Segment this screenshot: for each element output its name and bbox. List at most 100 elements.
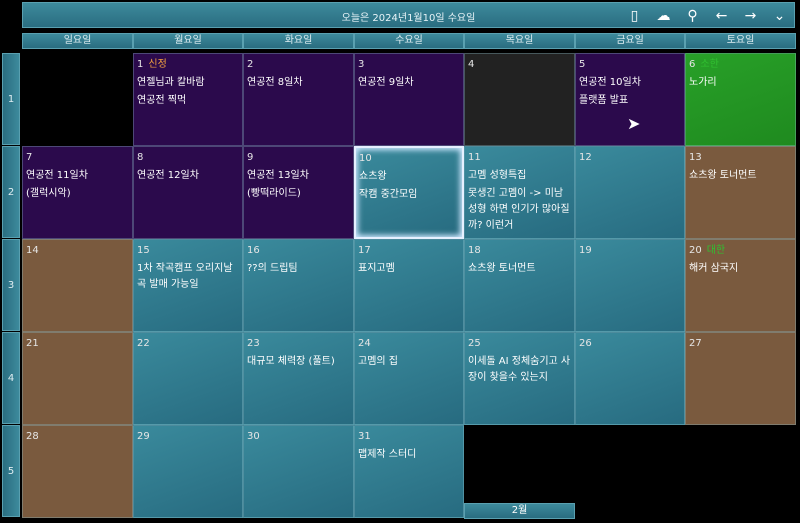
day-number: 20	[689, 245, 702, 256]
day-cell-17[interactable]: 17 표지고멤	[354, 239, 464, 332]
day-cell-18[interactable]: 18 쇼츠왕 토너먼트	[464, 239, 575, 332]
day-cell-29[interactable]: 29	[133, 425, 243, 518]
day-number: 5	[579, 59, 586, 70]
empty-cell	[464, 425, 575, 503]
day-cell-31[interactable]: 31 맵제작 스터디	[354, 425, 464, 518]
event-item[interactable]: 플랫폼 발표	[579, 93, 681, 109]
event-item[interactable]: 연공전 찍먹	[137, 93, 239, 109]
day-number: 24	[358, 338, 371, 349]
event-item[interactable]: ??의 드립팀	[247, 261, 350, 277]
event-item[interactable]: 표지고멤	[358, 261, 460, 277]
arrow-left-icon[interactable]: ←	[711, 6, 732, 26]
event-item[interactable]: 고멤의 집	[358, 354, 460, 370]
day-cell-16[interactable]: 16 ??의 드립팀	[243, 239, 354, 332]
event-item[interactable]: 연공전 10일차	[579, 75, 681, 91]
event-item[interactable]: (갤럭시악)	[26, 186, 129, 202]
week-number[interactable]: 1	[2, 53, 20, 145]
day-number: 18	[468, 245, 481, 256]
weekday-header: 월요일	[133, 33, 243, 49]
day-number: 22	[137, 338, 150, 349]
mouse-cursor-icon: ➤	[627, 114, 641, 133]
day-cell-9[interactable]: 9 연공전 13일차 (빵떡라이드)	[243, 146, 354, 239]
event-item[interactable]: 1차 작곡캠프 오리지날곡 발매 가능일	[137, 261, 239, 293]
holiday-label: 소한	[700, 59, 719, 70]
week-number[interactable]: 2	[2, 146, 20, 238]
day-cell-20[interactable]: 20 대한해커 삼국지	[685, 239, 796, 332]
day-number: 16	[247, 245, 260, 256]
day-cell-15[interactable]: 15 1차 작곡캠프 오리지날곡 발매 가능일	[133, 239, 243, 332]
chevron-down-icon[interactable]: ⌄	[769, 6, 790, 26]
day-number: 3	[358, 59, 365, 70]
day-cell-2[interactable]: 2 연공전 8일차	[243, 53, 354, 146]
day-number: 13	[689, 152, 702, 163]
weekday-header: 목요일	[464, 33, 575, 49]
day-number: 19	[579, 245, 592, 256]
day-cell-28[interactable]: 28	[22, 425, 133, 518]
day-number: 25	[468, 338, 481, 349]
weekday-header: 일요일	[22, 33, 133, 49]
event-item[interactable]: 맵제작 스터디	[358, 447, 460, 463]
event-item[interactable]: 연공전 12일차	[137, 168, 239, 184]
day-number: 26	[579, 338, 592, 349]
event-item[interactable]: 노가리	[689, 75, 792, 91]
event-item[interactable]: 연공전 13일차	[247, 168, 350, 184]
day-cell-14[interactable]: 14	[22, 239, 133, 332]
day-number: 27	[689, 338, 702, 349]
event-item[interactable]: 못생긴 고멤이 -> 미남성형 하면 인기가 많아질까? 이런거	[468, 186, 571, 234]
phone-icon[interactable]: ▯	[624, 6, 645, 26]
arrow-right-icon[interactable]: →	[740, 6, 761, 26]
week-number[interactable]: 3	[2, 239, 20, 331]
day-cell-25[interactable]: 25 이세돌 AI 정체숨기고 사장이 찾을수 있는지	[464, 332, 575, 425]
empty-cell	[575, 425, 685, 518]
event-item[interactable]: 연공전 9일차	[358, 75, 460, 91]
week-number[interactable]: 4	[2, 332, 20, 424]
event-item[interactable]: 쇼츠왕 토너먼트	[689, 168, 792, 184]
day-number: 28	[26, 431, 39, 442]
next-month-button[interactable]: 2월	[464, 503, 575, 519]
day-number: 11	[468, 152, 481, 163]
cloud-check-icon[interactable]: ☁	[653, 6, 674, 26]
user-icon[interactable]: ⚲	[682, 6, 703, 26]
day-cell-27[interactable]: 27	[685, 332, 796, 425]
day-cell-6[interactable]: 6 소한노가리	[685, 53, 796, 146]
day-cell-21[interactable]: 21	[22, 332, 133, 425]
event-item[interactable]: 해커 삼국지	[689, 261, 792, 277]
day-cell-30[interactable]: 30	[243, 425, 354, 518]
day-cell-23[interactable]: 23 대규모 체력장 (풀트)	[243, 332, 354, 425]
day-number: 21	[26, 338, 39, 349]
day-number: 6	[689, 59, 696, 70]
day-cell-22[interactable]: 22	[133, 332, 243, 425]
day-number: 31	[358, 431, 371, 442]
event-item[interactable]: 연공전 8일차	[247, 75, 350, 91]
event-item[interactable]: 작캠 중간모임	[359, 187, 459, 203]
day-cell-10[interactable]: 10 쇼츠왕 작캠 중간모임	[354, 146, 464, 239]
weekday-header: 금요일	[575, 33, 685, 49]
day-number: 17	[358, 245, 371, 256]
day-number: 23	[247, 338, 260, 349]
event-item[interactable]: 고멤 성형특집	[468, 168, 571, 184]
day-cell-11[interactable]: 11 고멤 성형특집못생긴 고멤이 -> 미남성형 하면 인기가 많아질까? 이런…	[464, 146, 575, 239]
day-cell-12[interactable]: 12	[575, 146, 685, 239]
day-cell-13[interactable]: 13 쇼츠왕 토너먼트	[685, 146, 796, 239]
event-item[interactable]: 이세돌 AI 정체숨기고 사장이 찾을수 있는지	[468, 354, 571, 386]
event-item[interactable]: 쇼츠왕 토너먼트	[468, 261, 571, 277]
day-number: 29	[137, 431, 150, 442]
event-item[interactable]: 쇼츠왕	[359, 169, 459, 185]
day-number: 14	[26, 245, 39, 256]
event-item[interactable]: 대규모 체력장 (풀트)	[247, 354, 350, 370]
day-cell-4[interactable]: 4	[464, 53, 575, 146]
day-cell-24[interactable]: 24 고멤의 집	[354, 332, 464, 425]
day-cell-19[interactable]: 19	[575, 239, 685, 332]
week-number[interactable]: 5	[2, 425, 20, 517]
day-number: 30	[247, 431, 260, 442]
holiday-label: 대한	[706, 245, 726, 256]
day-cell-3[interactable]: 3 연공전 9일차	[354, 53, 464, 146]
event-item[interactable]: (빵떡라이드)	[247, 186, 350, 202]
event-item[interactable]: 연젤님과 칼바람	[137, 75, 239, 91]
day-cell-7[interactable]: 7 연공전 11일차 (갤럭시악)	[22, 146, 133, 239]
day-cell-1[interactable]: 1 신정 연젤님과 칼바람 연공전 찍먹	[133, 53, 243, 146]
weekday-header: 수요일	[354, 33, 464, 49]
day-cell-8[interactable]: 8 연공전 12일차	[133, 146, 243, 239]
event-item[interactable]: 연공전 11일차	[26, 168, 129, 184]
day-cell-26[interactable]: 26	[575, 332, 685, 425]
